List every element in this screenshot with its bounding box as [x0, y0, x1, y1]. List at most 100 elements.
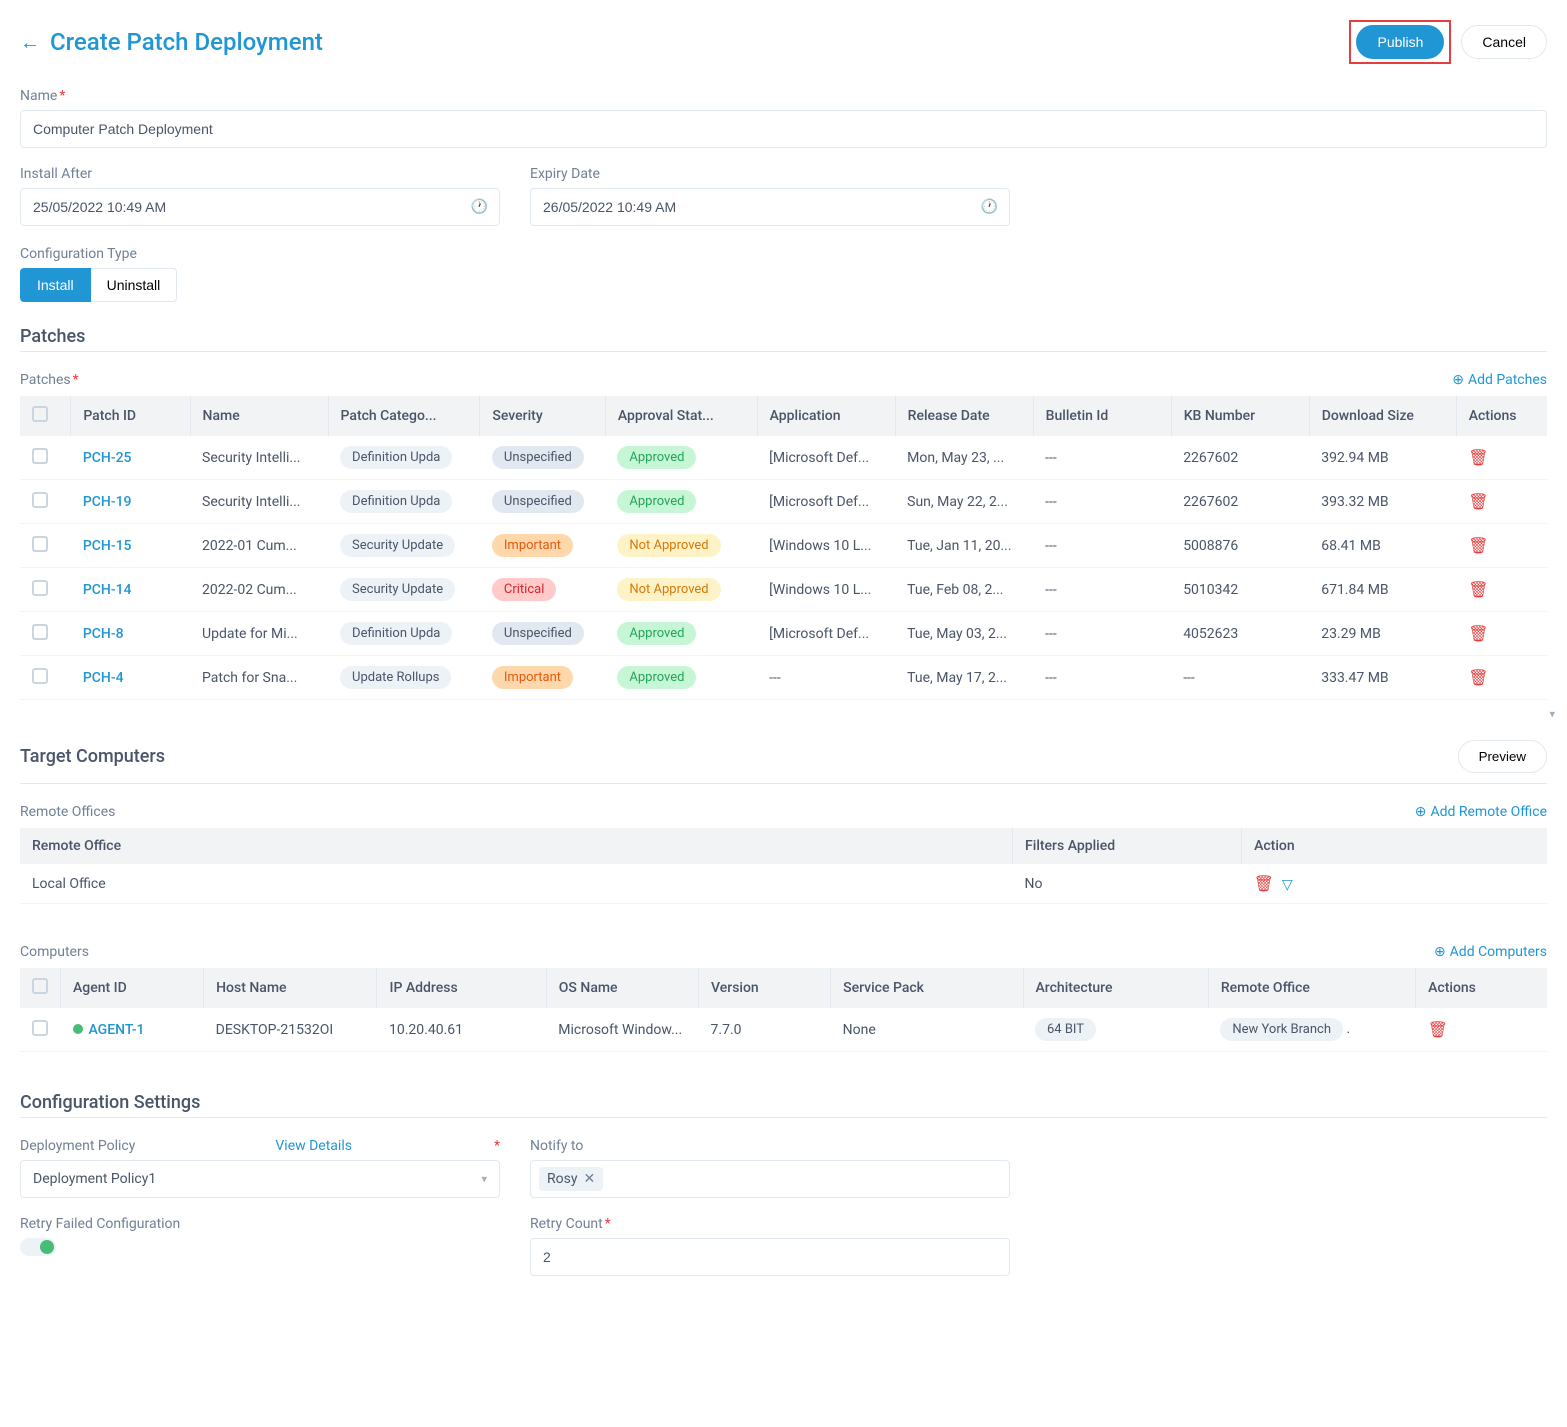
col-version[interactable]: Version — [699, 968, 831, 1008]
ro-badge: New York Branch — [1220, 1018, 1343, 1041]
uninstall-toggle[interactable]: Uninstall — [91, 268, 178, 302]
col-name[interactable]: Name — [190, 396, 328, 436]
add-computers-link[interactable]: Add Computers — [1434, 944, 1547, 960]
approval-badge: Not Approved — [617, 578, 720, 601]
row-checkbox[interactable] — [32, 580, 48, 596]
retry-failed-toggle[interactable] — [20, 1238, 56, 1256]
clock-icon[interactable]: 🕐 — [981, 199, 998, 215]
col-comp-actions: Actions — [1416, 968, 1547, 1008]
col-patch-id[interactable]: Patch ID — [71, 396, 190, 436]
col-size[interactable]: Download Size — [1309, 396, 1456, 436]
col-ro[interactable]: Remote Office — [1208, 968, 1415, 1008]
patch-name: Security Intelli... — [190, 436, 328, 480]
col-approval[interactable]: Approval Stat... — [605, 396, 757, 436]
col-release[interactable]: Release Date — [895, 396, 1033, 436]
page-title: Create Patch Deployment — [50, 28, 323, 56]
row-checkbox[interactable] — [32, 492, 48, 508]
patches-section-title: Patches — [20, 326, 1547, 347]
trash-icon[interactable]: 🗑 — [1468, 580, 1488, 599]
trash-icon[interactable]: 🗑 — [1468, 448, 1488, 467]
patches-table: Patch ID Name Patch Catego... Severity A… — [20, 396, 1547, 700]
trash-icon[interactable]: 🗑 — [1468, 492, 1488, 511]
trash-icon[interactable]: 🗑 — [1428, 1020, 1448, 1039]
select-all-checkbox[interactable] — [32, 406, 48, 422]
trash-icon[interactable]: 🗑 — [1468, 536, 1488, 555]
row-checkbox[interactable] — [32, 448, 48, 464]
select-all-computers-checkbox[interactable] — [32, 978, 48, 994]
patch-id-link[interactable]: PCH-25 — [83, 450, 132, 466]
col-ro-action: Action — [1242, 828, 1547, 864]
preview-button[interactable]: Preview — [1458, 740, 1547, 773]
release-cell: Tue, May 17, 2... — [895, 656, 1033, 700]
version-cell: 7.7.0 — [699, 1008, 831, 1052]
clock-icon[interactable]: 🕐 — [471, 199, 488, 215]
add-patches-link[interactable]: Add Patches — [1452, 372, 1547, 388]
chevron-down-icon: ▾ — [481, 1173, 487, 1186]
patch-name: Patch for Sna... — [190, 656, 328, 700]
status-dot-icon — [73, 1024, 83, 1034]
application-cell: --- — [757, 656, 895, 700]
col-application[interactable]: Application — [757, 396, 895, 436]
severity-badge: Unspecified — [492, 622, 584, 645]
release-cell: Mon, May 23, ... — [895, 436, 1033, 480]
patch-id-link[interactable]: PCH-4 — [83, 670, 124, 686]
chevron-down-icon: ▾ — [1549, 707, 1555, 720]
deployment-policy-select[interactable]: Deployment Policy1 ▾ — [20, 1160, 500, 1198]
patch-name: 2022-02 Cum... — [190, 568, 328, 612]
col-ip[interactable]: IP Address — [377, 968, 546, 1008]
col-os[interactable]: OS Name — [546, 968, 698, 1008]
patch-id-link[interactable]: PCH-15 — [83, 538, 132, 554]
trash-icon[interactable]: 🗑 — [1468, 668, 1488, 687]
patch-id-link[interactable]: PCH-8 — [83, 626, 124, 642]
targets-section-title: Target Computers — [20, 746, 165, 767]
expiry-date-input[interactable] — [530, 188, 1010, 226]
row-checkbox[interactable] — [32, 668, 48, 684]
retry-count-input[interactable] — [530, 1238, 1010, 1276]
release-cell: Tue, May 03, 2... — [895, 612, 1033, 656]
col-sp[interactable]: Service Pack — [831, 968, 1023, 1008]
expiry-date-label: Expiry Date — [530, 166, 1010, 182]
name-input[interactable] — [20, 110, 1547, 148]
col-arch[interactable]: Architecture — [1023, 968, 1208, 1008]
category-badge: Definition Upda — [340, 490, 452, 513]
col-host[interactable]: Host Name — [204, 968, 377, 1008]
install-after-input[interactable] — [20, 188, 500, 226]
install-toggle[interactable]: Install — [20, 268, 91, 302]
remote-offices-label: Remote Offices — [20, 804, 115, 820]
publish-button[interactable]: Publish — [1356, 25, 1444, 59]
row-checkbox[interactable] — [32, 536, 48, 552]
patch-name: Security Intelli... — [190, 480, 328, 524]
back-arrow-icon[interactable]: ← — [20, 30, 40, 55]
col-kb[interactable]: KB Number — [1171, 396, 1309, 436]
application-cell: [Microsoft Def... — [757, 436, 895, 480]
filter-icon[interactable]: ▽ — [1282, 877, 1293, 893]
col-bulletin[interactable]: Bulletin Id — [1033, 396, 1171, 436]
ro-name-cell: Local Office — [20, 864, 1013, 904]
view-details-link[interactable]: View Details — [275, 1138, 352, 1154]
config-type-label: Configuration Type — [20, 246, 1547, 262]
col-severity[interactable]: Severity — [480, 396, 605, 436]
approval-badge: Not Approved — [617, 534, 720, 557]
table-row: PCH-8 Update for Mi... Definition Upda U… — [20, 612, 1547, 656]
release-cell: Sun, May 22, 2... — [895, 480, 1033, 524]
ip-cell: 10.20.40.61 — [377, 1008, 546, 1052]
agent-id-link[interactable]: AGENT-1 — [89, 1022, 145, 1038]
trash-icon[interactable]: 🗑 — [1254, 874, 1274, 893]
row-checkbox[interactable] — [32, 624, 48, 640]
patch-id-link[interactable]: PCH-19 — [83, 494, 132, 510]
patch-id-link[interactable]: PCH-14 — [83, 582, 132, 598]
col-category[interactable]: Patch Catego... — [328, 396, 480, 436]
add-remote-office-link[interactable]: Add Remote Office — [1415, 804, 1547, 820]
col-agent-id[interactable]: Agent ID — [61, 968, 204, 1008]
severity-badge: Unspecified — [492, 446, 584, 469]
notify-to-input[interactable]: Rosy ✕ ▾ — [530, 1160, 1010, 1198]
cancel-button[interactable]: Cancel — [1461, 25, 1547, 59]
category-badge: Security Update — [340, 534, 455, 557]
row-checkbox[interactable] — [32, 1020, 48, 1036]
trash-icon[interactable]: 🗑 — [1468, 624, 1488, 643]
deployment-policy-label: Deployment Policy — [20, 1138, 135, 1154]
bulletin-cell: --- — [1033, 656, 1171, 700]
tag-close-icon[interactable]: ✕ — [583, 1171, 595, 1187]
col-ro-filters[interactable]: Filters Applied — [1013, 828, 1242, 864]
col-ro-name[interactable]: Remote Office — [20, 828, 1013, 864]
